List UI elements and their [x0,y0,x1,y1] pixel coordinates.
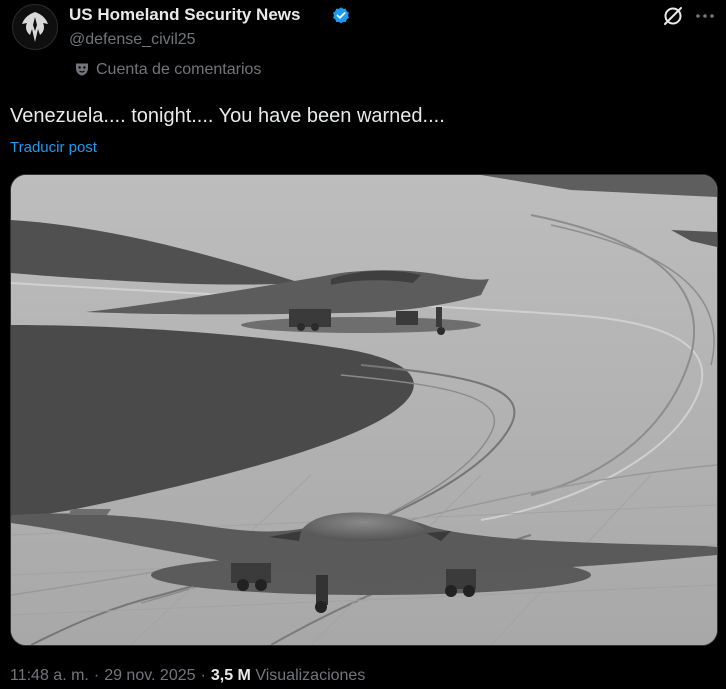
post-time[interactable]: 11:48 a. m. [10,667,89,684]
separator-2: · [200,667,206,684]
author-display-name[interactable]: US Homeland Security News [69,5,300,25]
views-count: 3,5 M [210,667,251,684]
separator: · [93,667,100,684]
bombers-on-taxiway-photo [11,175,717,645]
translate-post-link[interactable]: Traducir post [10,139,97,156]
more-icon[interactable] [693,4,717,28]
account-type-label: Cuenta de comentarios [74,61,261,81]
account-type-text: Cuenta de comentarios [96,61,262,78]
author-handle[interactable]: @defense_civil25 [69,31,196,49]
mask-icon [76,63,88,76]
views-label: Visualizaciones [255,667,366,684]
grok-icon[interactable] [661,4,685,28]
post-metadata: 11:48 a. m. · 29 nov. 2025 · 3,5 M Visualiza… [10,667,365,685]
verified-badge-icon [333,7,349,24]
post-text: Venezuela.... tonight.... You have been … [10,105,445,127]
post-header: US Homeland Security News @defense_civil… [0,0,726,90]
shield-eagle-logo [14,6,56,48]
post-media-image[interactable] [10,174,718,646]
post-date[interactable]: 29 nov. 2025 [104,667,195,684]
avatar[interactable] [12,4,58,50]
